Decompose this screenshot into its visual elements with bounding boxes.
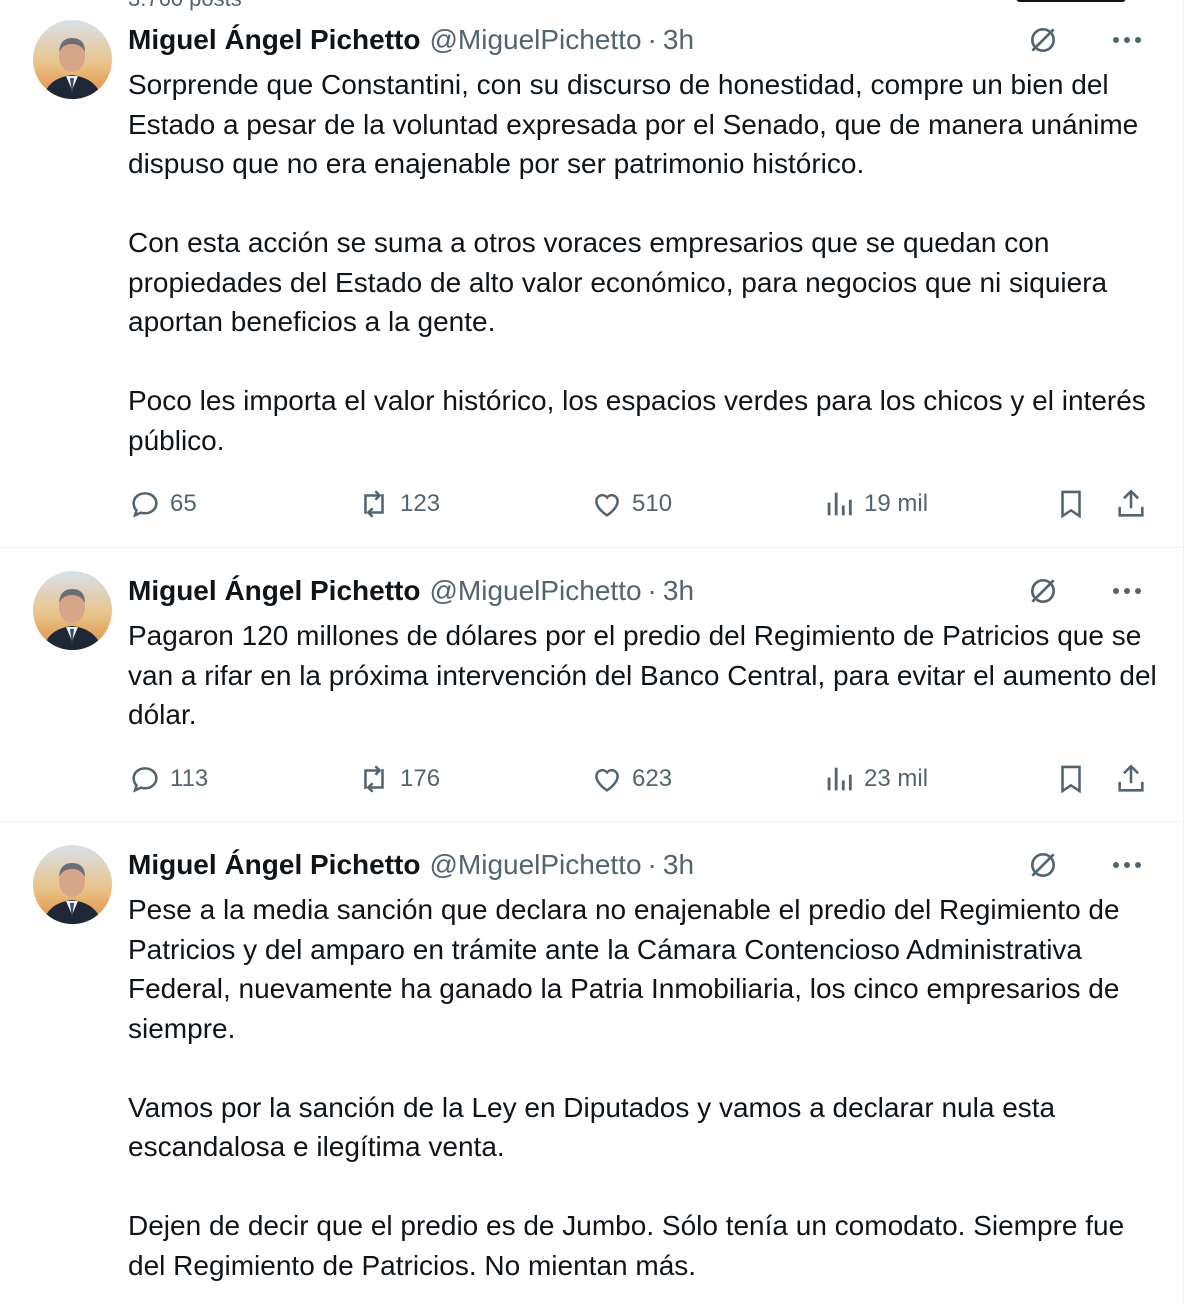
like-icon: [595, 493, 619, 517]
avatar[interactable]: [33, 20, 112, 99]
timestamp[interactable]: 3h: [663, 24, 694, 56]
avatar[interactable]: [33, 845, 112, 924]
grok-icon[interactable]: [1023, 20, 1063, 60]
tweet[interactable]: Miguel Ángel Pichetto @MiguelPichetto · …: [0, 548, 1183, 822]
tweet[interactable]: Miguel Ángel Pichetto @MiguelPichetto · …: [0, 822, 1183, 1304]
author-name[interactable]: Miguel Ángel Pichetto: [128, 849, 420, 881]
separator: ·: [647, 575, 657, 606]
reply-count: 113: [170, 765, 209, 792]
reply-count: 65: [170, 490, 197, 517]
repost-count: 176: [400, 765, 441, 792]
timestamp[interactable]: 3h: [663, 575, 694, 607]
tweet-header: Miguel Ángel Pichetto @MiguelPichetto · …: [128, 20, 1147, 60]
reply-button[interactable]: 65: [128, 482, 197, 526]
views-button[interactable]: 23 mil: [822, 757, 928, 801]
more-icon[interactable]: [1107, 20, 1147, 60]
more-icon[interactable]: [1107, 845, 1147, 885]
tweet-text: Pagaron 120 millones de dólares por el p…: [128, 620, 1165, 730]
repost-count: 123: [400, 490, 441, 517]
tweet-actions: 65 123 510 19 mil: [128, 482, 1158, 526]
repost-button[interactable]: 123: [356, 482, 440, 526]
views-count: 23 mil: [864, 765, 929, 792]
like-count: 623: [632, 765, 673, 792]
avatar[interactable]: [33, 571, 112, 650]
more-icon[interactable]: [1107, 571, 1147, 611]
like-icon: [595, 768, 619, 792]
bookmark-button[interactable]: [1054, 757, 1088, 801]
share-icon: [1118, 764, 1144, 792]
reply-button[interactable]: 113: [128, 757, 208, 801]
bookmark-button[interactable]: [1054, 482, 1088, 526]
share-button[interactable]: [1114, 482, 1148, 526]
column-border: [1183, 0, 1184, 1304]
separator: ·: [647, 24, 657, 55]
repost-icon: [364, 490, 384, 518]
author-handle[interactable]: @MiguelPichetto: [429, 575, 641, 607]
repost-icon: [364, 765, 384, 793]
views-icon: [827, 492, 852, 516]
share-button[interactable]: [1114, 757, 1148, 801]
grok-icon[interactable]: [1023, 571, 1063, 611]
author-name[interactable]: Miguel Ángel Pichetto: [128, 24, 420, 56]
views-count: 19 mil: [864, 490, 929, 517]
tweet[interactable]: Miguel Ángel Pichetto @MiguelPichetto · …: [0, 0, 1183, 548]
like-button[interactable]: 510: [590, 482, 672, 526]
tweet-header: Miguel Ángel Pichetto @MiguelPichetto · …: [128, 845, 1147, 885]
like-count: 510: [632, 490, 673, 517]
repost-button[interactable]: 176: [356, 757, 440, 801]
reply-icon: [132, 492, 158, 518]
tweet-header: Miguel Ángel Pichetto @MiguelPichetto · …: [128, 571, 1147, 611]
reply-icon: [132, 767, 158, 793]
grok-icon[interactable]: [1023, 845, 1063, 885]
share-icon: [1118, 489, 1144, 517]
separator: ·: [647, 849, 657, 880]
like-button[interactable]: 623: [590, 757, 672, 801]
author-handle[interactable]: @MiguelPichetto: [429, 24, 641, 56]
tweet-actions: 113 176 623 23 mil: [128, 757, 1158, 801]
bookmark-icon: [1061, 765, 1081, 794]
views-button[interactable]: 19 mil: [822, 482, 928, 526]
timestamp[interactable]: 3h: [663, 849, 694, 881]
views-icon: [827, 767, 852, 791]
bookmark-icon: [1061, 490, 1081, 519]
author-handle[interactable]: @MiguelPichetto: [429, 849, 641, 881]
author-name[interactable]: Miguel Ángel Pichetto: [128, 575, 420, 607]
tweet-text: Pese a la media sanción que declara no e…: [128, 894, 1125, 1281]
tweet-text: Sorprende que Constantini, con su discur…: [128, 69, 1146, 456]
